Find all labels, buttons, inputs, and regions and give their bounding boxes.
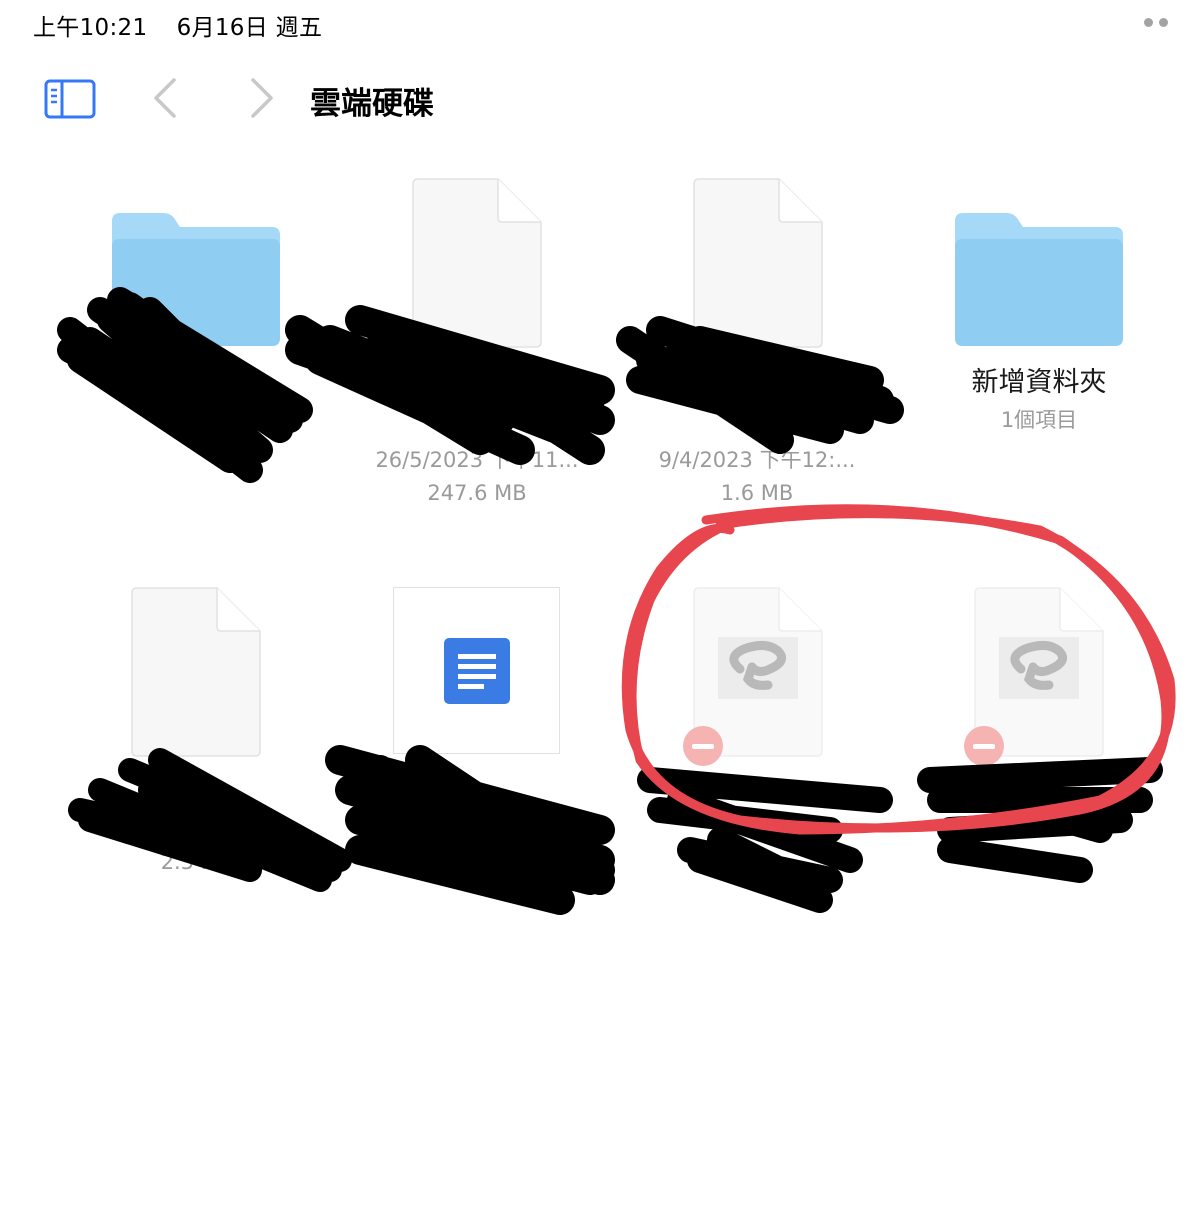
folder-icon (955, 213, 1123, 346)
remove-badge-icon[interactable] (964, 726, 1004, 766)
item-date: 9/4/2023 下午12:... (658, 448, 856, 472)
google-doc-thumbnail (393, 587, 560, 754)
page-title: 雲端硬碟 (310, 86, 434, 122)
chevron-left-icon (154, 78, 176, 118)
google-docs-icon (444, 638, 510, 704)
remove-badge-icon[interactable] (683, 726, 723, 766)
back-button[interactable] (150, 76, 182, 120)
status-time: 上午10:21 (33, 15, 148, 41)
sidebar-toggle-icon (44, 79, 96, 119)
file-icon (412, 178, 542, 348)
folder-icon (112, 213, 280, 346)
forward-button[interactable] (245, 76, 277, 120)
file-icon (131, 587, 261, 757)
status-date: 6月16日 週五 (176, 15, 323, 41)
multitasking-dots-icon[interactable] (1144, 18, 1168, 27)
item-name: 新增資料夾 (971, 367, 1107, 398)
file-icon (693, 178, 823, 348)
item-size: 2.5 MB (160, 850, 234, 874)
item-count: 1個項目 (1000, 408, 1078, 432)
status-bar-time: 上午10:21 6月16日 週五 (33, 8, 322, 42)
item-date: 26/5/2023 下午11... (375, 448, 579, 472)
sidebar-toggle-button[interactable] (44, 78, 96, 120)
clip-studio-icon (999, 637, 1079, 699)
item-size: 247.6 MB (427, 481, 527, 505)
clip-studio-icon (718, 637, 798, 699)
chevron-right-icon (251, 78, 273, 118)
item-size: 1.6 MB (720, 481, 794, 505)
